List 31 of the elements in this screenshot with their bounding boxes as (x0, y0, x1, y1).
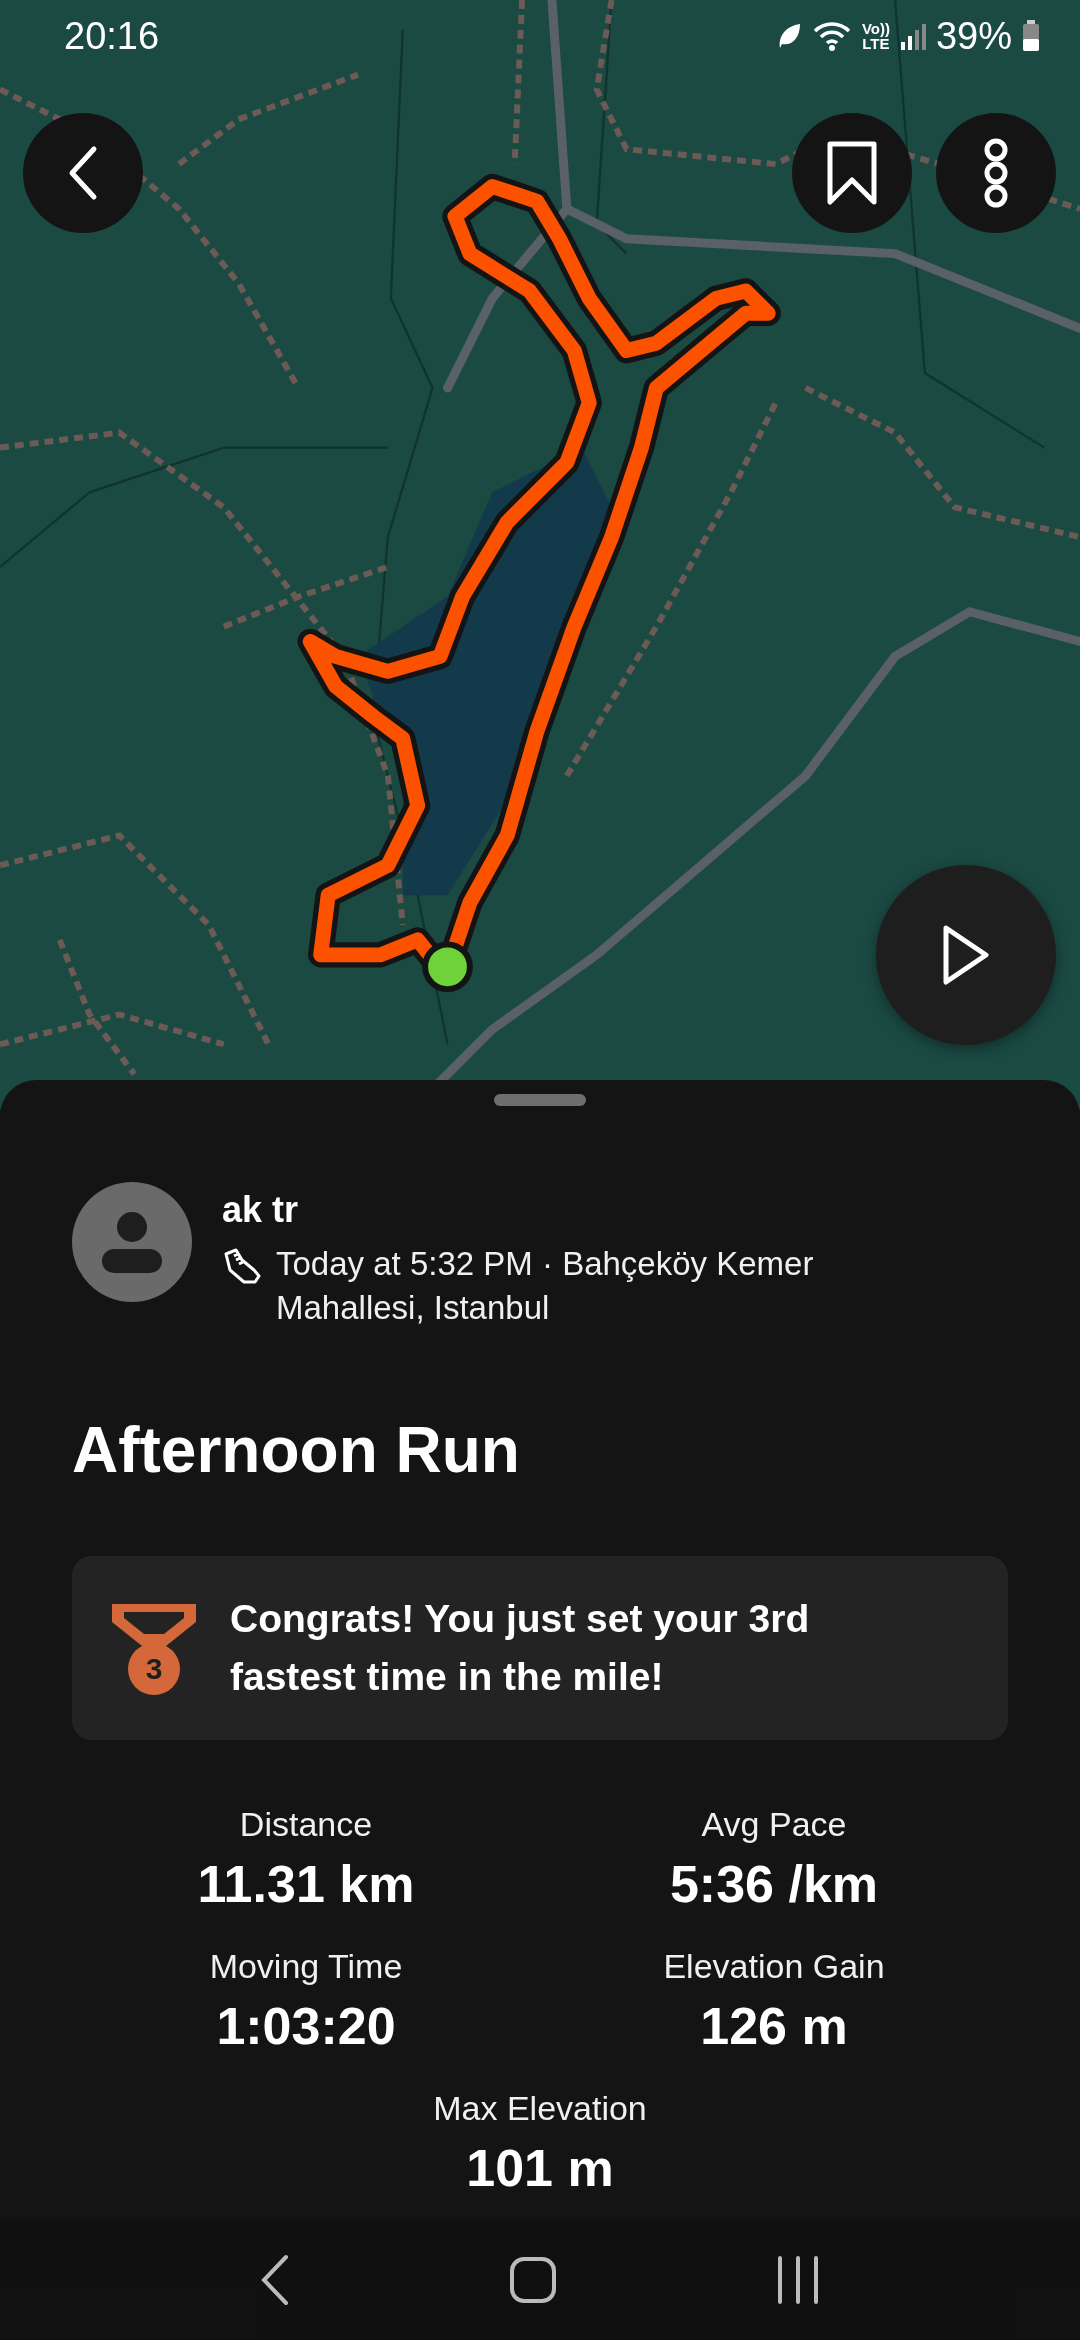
more-icon (983, 138, 1009, 208)
stat-label: Avg Pace (701, 1804, 847, 1845)
stat-label: Max Elevation (433, 2088, 647, 2129)
stat-value: 11.31 km (197, 1854, 415, 1914)
achievement-message: Congrats! You just set your 3rd fastest time in the mile! (230, 1596, 811, 1700)
stat-label: Distance (239, 1804, 373, 1845)
volte-label: Vo)) LTE (861, 21, 890, 51)
activity-meta: Today at 5:32 PM · Bahçeköy Kemer Mahallesi, Istanbul (276, 1244, 815, 1328)
chevron-left-icon (68, 145, 98, 201)
shoe-icon (222, 1246, 262, 1286)
person-icon (100, 1211, 164, 1273)
wifi-icon (811, 20, 852, 52)
signal-icon (899, 22, 926, 50)
home-icon (509, 2256, 557, 2304)
stat-value: 5:36 /km (669, 1854, 879, 1914)
stat-label: Elevation Gain (663, 1946, 885, 1987)
battery-percent: 39% (935, 14, 1012, 58)
recents-icon (776, 2255, 821, 2305)
athlete-name[interactable]: ak tr (222, 1188, 916, 1232)
drag-handle[interactable] (494, 1094, 586, 1106)
play-icon (941, 923, 991, 987)
status-time: 20:16 (64, 14, 160, 58)
chevron-left-icon (259, 2254, 290, 2306)
stat-value: 1:03:20 (216, 1996, 396, 2056)
activity-title: Afternoon Run (72, 1414, 521, 1486)
stat-value: 126 m (700, 1996, 848, 2056)
battery-icon (1022, 20, 1040, 52)
bookmark-icon (826, 140, 878, 206)
achievement-card[interactable]: 3 Congrats! You just set your 3rd fastest time in the mile! (72, 1556, 1008, 1740)
stat-value: 101 m (466, 2138, 614, 2198)
stat-label: Moving Time (209, 1946, 403, 1987)
